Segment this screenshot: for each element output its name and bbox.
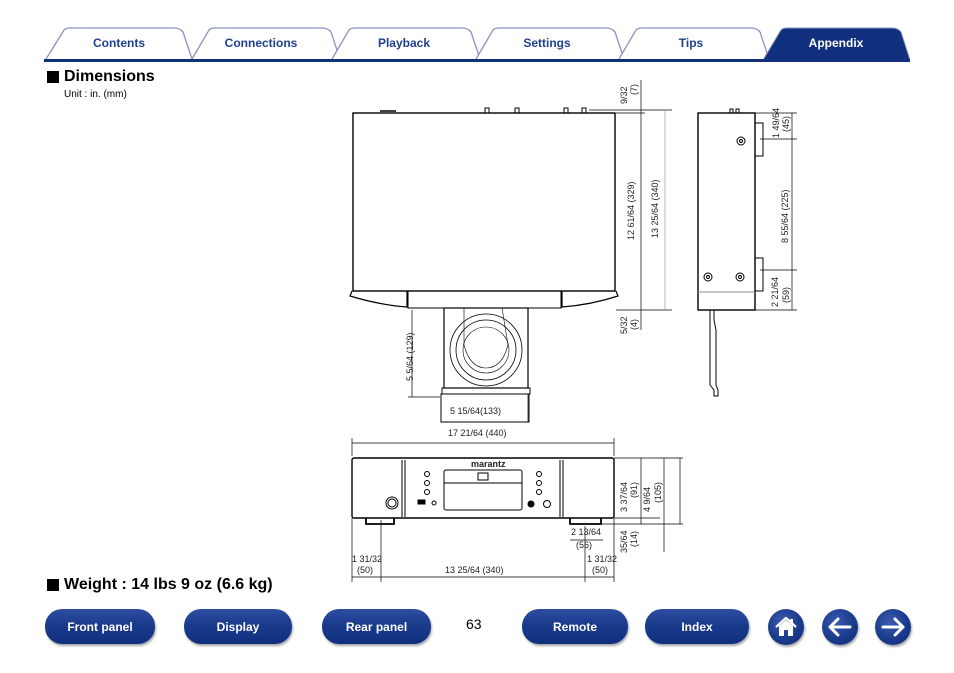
dim-front-protrusion: 5/32 <box>619 316 629 334</box>
dim-foot-width: 2 13/64 <box>571 527 601 537</box>
dim-total-depth: 13 25/64 (340) <box>650 179 660 238</box>
forward-arrow-icon <box>881 617 905 637</box>
forward-button[interactable] <box>875 609 911 645</box>
display-button[interactable]: Display <box>184 609 292 644</box>
dim-left-offset-mm: (50) <box>357 565 373 575</box>
dim-left-offset: 1 31/32 <box>352 554 382 564</box>
rear-panel-button[interactable]: Rear panel <box>322 609 431 644</box>
brand-logo: marantz <box>471 459 506 469</box>
dim-overall-width: 17 21/64 (440) <box>448 428 507 438</box>
top-view-dim-lines <box>408 80 672 422</box>
dim-front-protrusion-mm: (4) <box>629 319 639 330</box>
index-button[interactable]: Index <box>645 609 749 644</box>
dim-rear-protrusion: 9/32 <box>619 86 629 104</box>
dim-side-top-to-foot: 1 49/64 <box>771 108 781 138</box>
dim-body-depth: 12 61/64 (329) <box>626 181 636 240</box>
dim-body-height-mm: (91) <box>629 482 639 498</box>
dim-side-foot-spacing: 8 55/64 (225) <box>780 189 790 243</box>
dim-right-offset-mm: (50) <box>592 565 608 575</box>
dim-foot-height-mm: (14) <box>629 531 639 547</box>
front-panel-button[interactable]: Front panel <box>45 609 155 644</box>
dim-tray-depth: 5 5/64 (129) <box>405 332 415 381</box>
dim-foot-width-mm: (56) <box>576 540 592 550</box>
dim-rear-protrusion-mm: (7) <box>629 84 639 95</box>
dim-foot-height: 35/64 <box>619 530 629 553</box>
dim-side-foot-to-front-mm: (59) <box>781 287 791 303</box>
page-number: 63 <box>466 616 482 632</box>
front-view-unit <box>351 438 615 525</box>
back-button[interactable] <box>822 609 858 645</box>
dimension-drawing: 9/32 (7) 12 61/64 (329) 13 25/64 (340) 5… <box>349 80 797 582</box>
back-arrow-icon <box>828 617 852 637</box>
dim-total-height: 4 9/64 <box>642 487 652 512</box>
home-icon <box>775 616 797 636</box>
dim-right-offset: 1 31/32 <box>587 554 617 564</box>
dim-side-foot-to-front: 2 21/64 <box>770 277 780 307</box>
home-button[interactable] <box>768 609 804 645</box>
remote-button[interactable]: Remote <box>522 609 628 644</box>
top-view-unit <box>349 107 619 423</box>
dim-total-height-mm: (105) <box>653 482 663 503</box>
side-view-unit <box>697 108 764 397</box>
dim-foot-spacing: 13 25/64 (340) <box>445 565 504 575</box>
dim-side-top-to-foot-mm: (45) <box>781 116 791 132</box>
dim-tray-width: 5 15/64(133) <box>450 406 501 416</box>
dim-body-height: 3 37/64 <box>619 482 629 512</box>
